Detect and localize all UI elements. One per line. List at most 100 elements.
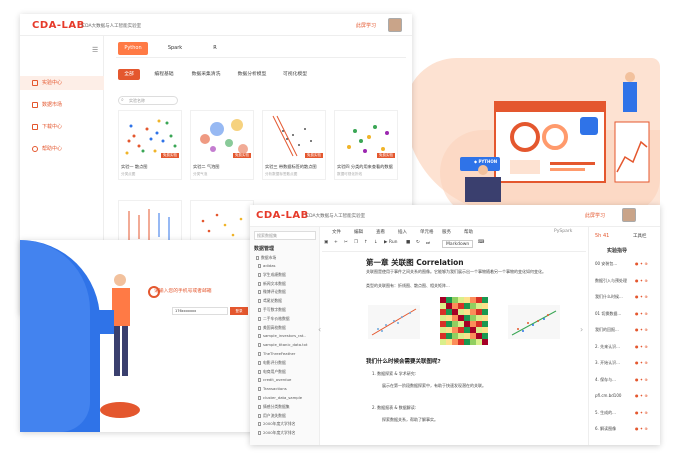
copy-icon[interactable]: ❐ [354, 240, 358, 245]
guide-actions-icon[interactable]: ● ✦ ⊕ [635, 294, 648, 299]
file-item[interactable]: 电影评分数据 [258, 360, 286, 366]
menu-item[interactable]: 帮助 [464, 229, 473, 235]
guide-actions-icon[interactable]: ● ✦ ⊕ [635, 426, 648, 431]
file-item[interactable]: 手写数字数据 [258, 307, 286, 313]
category-visual[interactable]: 可视化模型 [278, 69, 312, 80]
folder-item[interactable]: 数据市场 [256, 255, 276, 261]
guide-actions-icon[interactable]: ● ✦ ⊕ [635, 278, 648, 283]
guide-item[interactable]: 数据引入与预处理 ● ✦ ⊕ [595, 278, 655, 284]
menu-icon[interactable]: ☰ [92, 46, 98, 54]
guide-actions-icon[interactable]: ● ✦ ⊕ [635, 344, 648, 349]
restart-icon[interactable]: ↻ [416, 240, 420, 245]
cell-type-select[interactable]: Markdown [442, 240, 474, 248]
tab-spark[interactable]: Spark [160, 42, 190, 55]
lab-card[interactable]: 免费实验 实验三 带数据标签的散点图 分析数据标签散点图 [262, 110, 326, 180]
category-cleaning[interactable]: 数据采集清洗 [186, 69, 226, 80]
login-button[interactable]: 登录 [230, 307, 248, 315]
tab-python[interactable]: Python [118, 42, 148, 55]
file-item[interactable]: Transactions [258, 386, 287, 392]
file-item[interactable]: 鸢尾花数据 [258, 298, 282, 304]
file-item[interactable]: cluster_data_sample [258, 395, 302, 400]
add-icon[interactable]: + [334, 240, 338, 245]
menu-item[interactable]: 插入 [398, 229, 407, 235]
guide-actions-icon[interactable]: ● ✦ ⊕ [635, 377, 648, 382]
guide-actions-icon[interactable]: ● ✦ ⊕ [635, 393, 648, 398]
keyboard-icon[interactable]: ⌨ [478, 240, 485, 245]
guide-item[interactable]: pfl.cm.bd100 ● ✦ ⊕ [595, 393, 655, 398]
lab-card[interactable]: 免费实验 实验一 散点图 分类点图 [118, 110, 182, 180]
file-item[interactable]: 2000年度大学排名 [258, 421, 295, 427]
heatmap-cell [440, 333, 446, 339]
file-item[interactable]: 电商用户数据 [258, 369, 286, 375]
login-link[interactable]: 此屏学习 [585, 212, 605, 219]
guide-actions-icon[interactable]: ● ✦ ⊕ [635, 261, 648, 266]
heatmap-cell [470, 303, 476, 309]
guide-item[interactable]: 我们什么时候... ● ✦ ⊕ [595, 294, 655, 300]
guide-item[interactable]: 6. 解读图像 ● ✦ ⊕ [595, 426, 655, 432]
file-search-input[interactable]: 搜索数据集 [254, 231, 316, 240]
down-icon[interactable]: ↓ [374, 240, 378, 245]
fast-forward-icon[interactable]: ⏭ [426, 240, 430, 246]
sidebar-item-data-market[interactable]: 数据市场 [20, 98, 104, 112]
search-input[interactable]: 实验名称 [118, 96, 178, 105]
category-basics[interactable]: 编程基础 [148, 69, 180, 80]
file-item[interactable]: 2000年度大学排名 [258, 430, 295, 436]
stop-icon[interactable]: ■ [406, 240, 410, 245]
save-icon[interactable]: ▣ [324, 240, 328, 245]
guide-item[interactable]: 00 安装包... ● ✦ ⊕ [595, 261, 655, 267]
login-link[interactable]: 此屏学习 [356, 22, 376, 29]
sidebar-item-lab[interactable]: 实验中心 [20, 76, 104, 90]
file-item[interactable]: 美国高校数据 [258, 325, 286, 331]
lab-card[interactable]: 免费实验 实验二 气泡图 分类气泡 [190, 110, 254, 180]
guide-item[interactable]: 我们的回报... ● ✦ ⊕ [595, 327, 655, 333]
file-item[interactable]: 情感分类数据集 [258, 404, 290, 410]
card-title: 实验二 气泡图 [193, 164, 220, 169]
up-icon[interactable]: ↑ [364, 240, 368, 245]
file-item[interactable]: 用户流失数据 [258, 413, 286, 419]
file-item[interactable]: credit_overdue [258, 377, 291, 383]
menu-item[interactable]: 文件 [332, 229, 341, 235]
guide-actions-icon[interactable]: ● ✦ ⊕ [635, 410, 648, 415]
menu-item[interactable]: 单元格 [420, 229, 434, 235]
menu-item[interactable]: 编辑 [354, 229, 363, 235]
run-button[interactable]: ▶ Run [384, 240, 398, 245]
guide-actions-icon[interactable]: ● ✦ ⊕ [635, 360, 648, 365]
avatar[interactable] [388, 18, 402, 32]
category-model[interactable]: 数据分析模型 [232, 69, 272, 80]
file-item[interactable]: 学生成绩数据 [258, 272, 286, 278]
sidebar-item-download[interactable]: 下载中心 [20, 120, 104, 134]
sidebar-item-help[interactable]: 帮助中心 [20, 142, 104, 156]
file-item[interactable]: sample_investors_rat.. [258, 333, 306, 339]
heatmap-cell [464, 297, 470, 303]
file-item[interactable]: adidas [258, 263, 276, 268]
guide-panel: 5h 41 工具栏 实验指导 00 安装包... ● ✦ ⊕ 数据引入与预处理 ● ✦… [588, 227, 660, 445]
guide-item[interactable]: 5. 生成的... ● ✦ ⊕ [595, 410, 655, 416]
cut-icon[interactable]: ✂ [344, 240, 348, 245]
logo[interactable]: CDA-LAB [256, 210, 309, 221]
heatmap-cell [446, 297, 452, 303]
file-item[interactable]: TheThreeFeather [258, 351, 295, 356]
collapse-right-icon[interactable]: › [580, 325, 583, 334]
avatar[interactable] [622, 208, 636, 222]
menu-item[interactable]: 查看 [376, 229, 385, 235]
lab-card[interactable]: 免费实验 实验四 分类的用来查看的数据 数据可视化折线 [334, 110, 398, 180]
file-item[interactable]: 二手车价格数据 [258, 316, 290, 322]
tool-dropdown[interactable]: 工具栏 [633, 233, 647, 239]
menu-item[interactable]: 服务 [442, 229, 451, 235]
category-all[interactable]: 全部 [118, 69, 140, 80]
phone-input[interactable]: 176xxxxxxx [172, 307, 228, 315]
logo[interactable]: CDA-LAB [32, 20, 85, 31]
collapse-left-icon[interactable]: ‹ [318, 325, 321, 334]
file-item[interactable]: 微博评论数据 [258, 289, 286, 295]
guide-actions-icon[interactable]: ● ✦ ⊕ [635, 327, 648, 332]
guide-item[interactable]: 01 切换数据... ● ✦ ⊕ [595, 311, 655, 317]
heatmap-cell [482, 297, 488, 303]
guide-item[interactable]: 2. 先来认识... ● ✦ ⊕ [595, 344, 655, 350]
tab-r[interactable]: R [205, 42, 225, 55]
guide-actions-icon[interactable]: ● ✦ ⊕ [635, 311, 648, 316]
guide-item[interactable]: 3. 开始认识... ● ✦ ⊕ [595, 360, 655, 366]
guide-item[interactable]: 4. 保存与... ● ✦ ⊕ [595, 377, 655, 383]
file-item[interactable]: sample_titanic_data.txt [258, 342, 308, 348]
heatmap-cell [470, 309, 476, 315]
file-item[interactable]: 新闻文本数据 [258, 281, 286, 287]
